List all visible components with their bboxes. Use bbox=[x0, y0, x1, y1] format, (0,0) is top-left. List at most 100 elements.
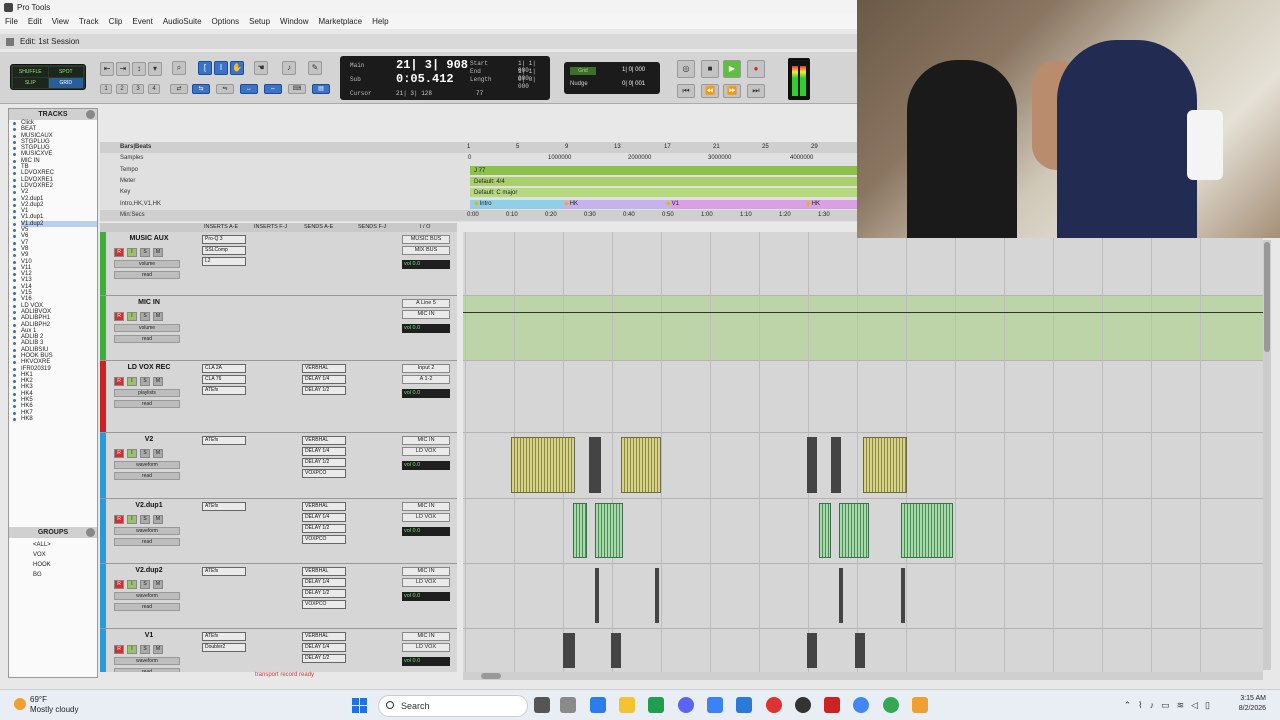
return-to-zero-icon[interactable]: ⏮ bbox=[677, 84, 695, 98]
app-icon[interactable] bbox=[912, 697, 928, 713]
track-view-selector[interactable]: playlists bbox=[114, 389, 180, 397]
insert-slot[interactable]: Doubler2 bbox=[202, 643, 246, 652]
input-monitor-button[interactable]: I bbox=[127, 449, 137, 458]
input-selector[interactable]: MIC IN bbox=[402, 632, 450, 641]
volume-readout[interactable]: vol 0.0 bbox=[402, 657, 450, 666]
zoomer-tool-icon[interactable]: ⌕ bbox=[172, 61, 186, 75]
audio-clip[interactable] bbox=[655, 568, 659, 623]
send-slot[interactable]: DELAY 1/2 bbox=[302, 386, 346, 395]
insert-slot[interactable]: ATEfx bbox=[202, 502, 246, 511]
output-selector[interactable]: MIX BUS bbox=[402, 246, 450, 255]
clock[interactable]: 3:15 AM 8/2/2026 bbox=[1239, 694, 1266, 714]
horizontal-scrollbar[interactable] bbox=[463, 672, 1263, 680]
audio-clip[interactable] bbox=[901, 503, 953, 558]
track-view-selector[interactable]: volume bbox=[114, 260, 180, 268]
link-track-selection-icon[interactable]: ⇔ bbox=[264, 84, 282, 94]
audio-clip[interactable] bbox=[807, 437, 817, 493]
rewind-icon[interactable]: ⏪ bbox=[701, 84, 719, 98]
hand-tool-icon[interactable]: ☚ bbox=[254, 61, 268, 75]
menu-event[interactable]: Event bbox=[127, 17, 157, 26]
send-slot[interactable]: DELAY 1/2 bbox=[302, 589, 346, 598]
send-slot[interactable]: VERBHAL bbox=[302, 364, 346, 373]
playlist-lane[interactable] bbox=[463, 296, 1263, 361]
play-icon[interactable]: ▶ bbox=[723, 60, 741, 78]
marker[interactable]: V1 bbox=[666, 200, 679, 209]
send-slot[interactable]: DELAY 1/2 bbox=[302, 524, 346, 533]
mode-shuffle-button[interactable]: SHUFFLE bbox=[13, 67, 48, 77]
automation-mode-selector[interactable]: read bbox=[114, 603, 180, 611]
send-slot[interactable]: VERBHAL bbox=[302, 567, 346, 576]
track-header[interactable]: V1 R I S Mwaveform read ATEfx Doubler2 VERBHAL DE… bbox=[100, 629, 457, 672]
tempo-ruler[interactable]: Tempo J 77 bbox=[100, 165, 857, 176]
mode-grid-button[interactable]: GRID bbox=[48, 78, 83, 88]
audio-clip[interactable] bbox=[863, 437, 907, 493]
track-view-selector[interactable]: volume bbox=[114, 324, 180, 332]
edit-playlist-area[interactable] bbox=[463, 232, 1263, 672]
insert-slot[interactable]: CLA 76 bbox=[202, 375, 246, 384]
output-selector[interactable]: A 1-2 bbox=[402, 375, 450, 384]
track-list-item[interactable]: HK8 bbox=[13, 416, 97, 422]
automation-mode-selector[interactable]: read bbox=[114, 668, 180, 672]
menu-track[interactable]: Track bbox=[74, 17, 104, 26]
automation-mode-selector[interactable]: read bbox=[114, 335, 180, 343]
track-name[interactable]: MIC IN bbox=[116, 299, 182, 306]
track-height-icon[interactable]: ▤ bbox=[312, 84, 330, 94]
input-selector[interactable]: MIC IN bbox=[402, 436, 450, 445]
insert-slot[interactable]: Pro-Q 3 bbox=[202, 235, 246, 244]
group-list-item[interactable]: <ALL> bbox=[21, 540, 97, 550]
automation-mode-selector[interactable]: read bbox=[114, 400, 180, 408]
record-enable-button[interactable]: R bbox=[114, 645, 124, 654]
markers-ruler[interactable]: Intro,HK,V1,HK Intro HK V1 HK bbox=[100, 199, 857, 210]
selector-tool-icon[interactable]: I bbox=[214, 61, 228, 75]
send-slot[interactable]: DELAY 1/4 bbox=[302, 375, 346, 384]
audio-clip[interactable] bbox=[589, 437, 597, 493]
track-name[interactable]: V2.dup2 bbox=[116, 567, 182, 574]
audio-clip[interactable] bbox=[807, 633, 817, 668]
send-slot[interactable]: DELAY 1/4 bbox=[302, 578, 346, 587]
menu-audiosuite[interactable]: AudioSuite bbox=[158, 17, 207, 26]
zoom-preset-3[interactable]: 3 bbox=[132, 84, 144, 94]
volume-readout[interactable]: vol 0.0 bbox=[402, 527, 450, 536]
security-icon[interactable] bbox=[707, 697, 723, 713]
audio-clip[interactable] bbox=[597, 437, 601, 493]
send-slot[interactable]: DELAY 1/2 bbox=[302, 458, 346, 467]
marker[interactable]: HK bbox=[806, 200, 820, 209]
task-view-icon[interactable] bbox=[534, 697, 550, 713]
vertical-scrollbar[interactable] bbox=[1263, 240, 1271, 670]
insert-slot[interactable]: ATEfx bbox=[202, 567, 246, 576]
groups-panel-header[interactable]: GROUPS bbox=[9, 527, 97, 538]
mute-button[interactable]: M bbox=[153, 312, 163, 321]
mirror-edit-icon[interactable]: ⇋ bbox=[216, 84, 234, 94]
audio-clip[interactable] bbox=[831, 437, 841, 493]
link-timeline-icon[interactable]: ⇆ bbox=[192, 84, 210, 94]
windows-start-icon[interactable] bbox=[352, 698, 367, 713]
send-slot[interactable]: DELAY 1/4 bbox=[302, 643, 346, 652]
main-counter[interactable]: Main 21| 3| 908 Sub 0:05.412 Cursor 21| … bbox=[340, 56, 550, 100]
input-selector[interactable]: MUSIC BUS bbox=[402, 235, 450, 244]
marker[interactable]: Intro bbox=[474, 200, 492, 209]
playlist-lane[interactable] bbox=[463, 232, 1263, 296]
automation-mode-selector[interactable]: read bbox=[114, 271, 180, 279]
send-slot[interactable]: VERBHAL bbox=[302, 502, 346, 511]
track-name[interactable]: LD VOX REC bbox=[116, 364, 182, 371]
wifi-icon[interactable]: ≋ bbox=[1177, 700, 1185, 711]
store-icon[interactable] bbox=[590, 697, 606, 713]
automation-mode-selector[interactable]: read bbox=[114, 538, 180, 546]
record-enable-button[interactable]: R bbox=[114, 449, 124, 458]
record-enable-button[interactable]: R bbox=[114, 377, 124, 386]
menu-view[interactable]: View bbox=[47, 17, 74, 26]
input-selector[interactable]: A Line 5 bbox=[402, 299, 450, 308]
input-monitor-button[interactable]: I bbox=[127, 515, 137, 524]
horizontal-scroll-thumb[interactable] bbox=[481, 673, 501, 679]
track-view-selector[interactable]: waveform bbox=[114, 527, 180, 535]
mode-spot-button[interactable]: SPOT bbox=[48, 67, 83, 77]
menu-help[interactable]: Help bbox=[367, 17, 393, 26]
bars-beats-ruler[interactable]: Bars|Beats 1 5 9 13 17 21 25 29 bbox=[100, 142, 857, 153]
mute-button[interactable]: M bbox=[153, 645, 163, 654]
input-selector[interactable]: Input 2 bbox=[402, 364, 450, 373]
stop-icon[interactable]: ■ bbox=[701, 60, 719, 78]
meter-ruler[interactable]: Meter Default: 4/4 bbox=[100, 176, 857, 187]
mute-button[interactable]: M bbox=[153, 515, 163, 524]
network-icon[interactable]: ⌇ bbox=[1138, 700, 1142, 711]
audio-clip[interactable] bbox=[595, 568, 599, 623]
